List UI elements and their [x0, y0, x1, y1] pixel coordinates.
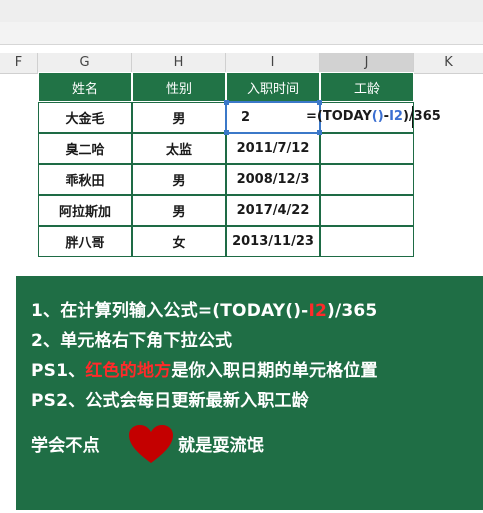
- cell-hire-date[interactable]: 2017/4/22: [226, 195, 320, 226]
- selection-handle[interactable]: [317, 130, 322, 135]
- tip-highlight: I2: [308, 301, 327, 321]
- cell-gender[interactable]: 男: [132, 164, 226, 195]
- tip-line-5-before: 学会不点: [31, 436, 100, 456]
- selection-handle[interactable]: [224, 130, 229, 135]
- cell-gender[interactable]: 男: [132, 102, 226, 133]
- tip-line-1: 1、在计算列输入公式=(TODAY()-I2)/365: [31, 296, 377, 321]
- cell-gender[interactable]: 女: [132, 226, 226, 257]
- column-header-f[interactable]: F: [0, 53, 38, 73]
- tip-text: 1、在计算列输入公式=(TODAY()-: [31, 301, 309, 321]
- tip-line-3: PS1、红色的地方是你入职日期的单元格位置: [31, 356, 378, 381]
- cell-name[interactable]: 阿拉斯加: [38, 195, 132, 226]
- cell-name[interactable]: 大金毛: [38, 102, 132, 133]
- formula-parens: (): [371, 109, 384, 124]
- tip-line-4: PS2、公式会每日更新最新入职工龄: [31, 391, 309, 411]
- selection-handle[interactable]: [317, 100, 322, 105]
- column-header-i[interactable]: I: [226, 53, 320, 73]
- cell-hire-date[interactable]: 2011/7/12: [226, 133, 320, 164]
- header-tenure[interactable]: 工龄: [320, 72, 414, 102]
- tip-highlight: 红色的地方: [85, 361, 172, 381]
- cell-gender[interactable]: 男: [132, 195, 226, 226]
- cell-name[interactable]: 臭二哈: [38, 133, 132, 164]
- column-header-h[interactable]: H: [132, 53, 226, 73]
- cell-tenure[interactable]: [320, 164, 414, 195]
- tip-text: 是你入职日期的单元格位置: [171, 361, 378, 381]
- tip-line-2: 2、单元格右下角下拉公式: [31, 331, 233, 351]
- header-hire-date[interactable]: 入职时间: [226, 72, 320, 102]
- column-headers: F G H I J K: [0, 53, 483, 74]
- formula-suffix: )/365: [402, 109, 441, 124]
- cell-tenure[interactable]: [320, 226, 414, 257]
- heart-icon: [129, 425, 173, 463]
- formula-reference: I2: [389, 109, 403, 124]
- cell-hire-date[interactable]: 2008/12/3: [226, 164, 320, 195]
- selection-handle[interactable]: [224, 100, 229, 105]
- cell-tenure[interactable]: [320, 195, 414, 226]
- cell-name[interactable]: 胖八哥: [38, 226, 132, 257]
- tip-line-5-after: 就是耍流氓: [178, 436, 264, 456]
- column-header-j[interactable]: J: [320, 53, 414, 73]
- tip-text: )/365: [327, 301, 378, 321]
- tip-text: PS1、: [31, 361, 86, 381]
- column-header-k[interactable]: K: [414, 53, 483, 73]
- cell-gender[interactable]: 太监: [132, 133, 226, 164]
- in-cell-formula[interactable]: =(TODAY()-I2)/365: [306, 109, 441, 125]
- formula-prefix: =(TODAY: [306, 109, 372, 124]
- formula-bar-area: [0, 0, 483, 45]
- header-name[interactable]: 姓名: [38, 72, 132, 102]
- cell-name[interactable]: 乖秋田: [38, 164, 132, 195]
- header-gender[interactable]: 性别: [132, 72, 226, 102]
- ribbon-shadow: [0, 0, 483, 22]
- cell-hire-date[interactable]: 2013/11/23: [226, 226, 320, 257]
- cell-tenure[interactable]: [320, 133, 414, 164]
- text-cursor: [412, 106, 413, 128]
- column-header-g[interactable]: G: [38, 53, 132, 73]
